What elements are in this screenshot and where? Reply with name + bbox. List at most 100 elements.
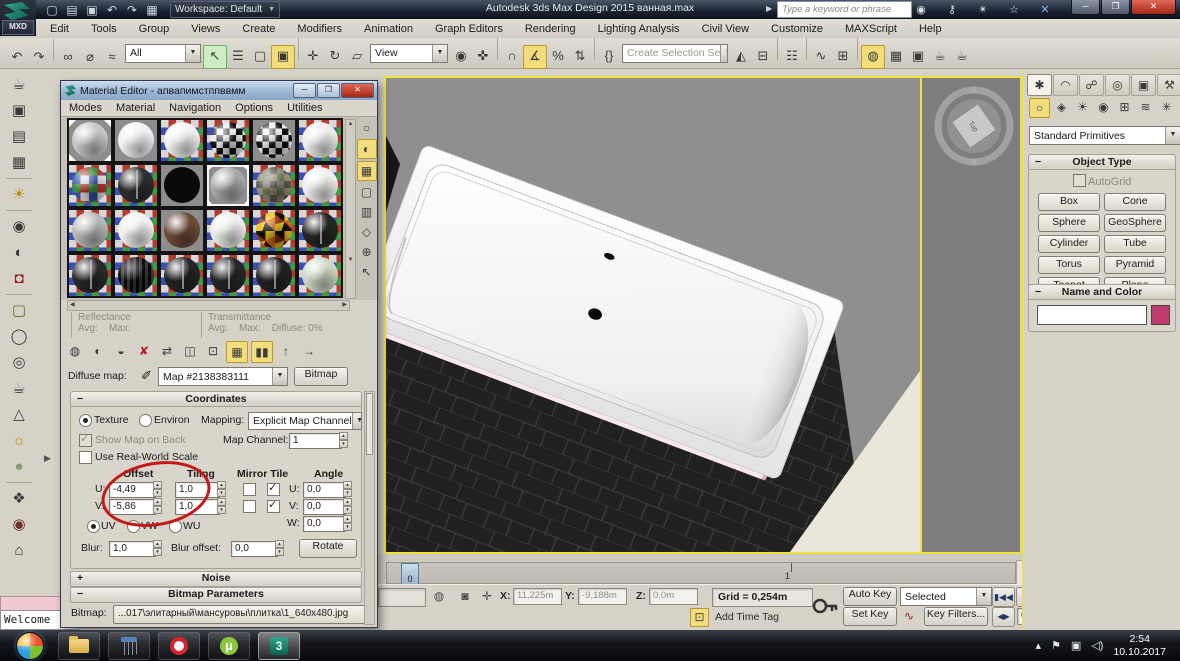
tab-hierarchy-icon[interactable]: ☍ <box>1079 74 1104 96</box>
put-material-to-scene-icon[interactable]: ◐ <box>88 341 108 361</box>
y-coordinate-field[interactable]: -9,188m <box>578 588 627 605</box>
time-slider-track[interactable]: 0 1 <box>386 562 1016 584</box>
menu-create[interactable]: Create <box>242 23 275 35</box>
menu-views[interactable]: Views <box>191 23 220 35</box>
default-in-out-tangents-icon[interactable]: ∿ <box>900 607 918 625</box>
angle-v-field[interactable]: 0,0 <box>303 499 346 515</box>
menu-modifiers[interactable]: Modifiers <box>297 23 342 35</box>
curve-editor-icon[interactable]: ∿ <box>810 45 832 67</box>
search-collapse-icon[interactable]: ▶ <box>766 4 772 13</box>
sphere-array-icon[interactable]: ❖ <box>6 486 32 511</box>
render-presets-icon[interactable]: ▤ <box>6 124 32 149</box>
rendered-frame-window-icon[interactable]: ▣ <box>907 45 929 67</box>
angle-u-field[interactable]: 0,0 <box>303 482 346 498</box>
tray-network-icon[interactable]: ▣ <box>1071 635 1081 657</box>
sample-type-sphere-icon[interactable]: ○ <box>358 119 376 137</box>
light-lister-icon[interactable]: ☀ <box>6 182 32 207</box>
render-setup-icon[interactable]: ▦ <box>885 45 907 67</box>
communication-center-icon[interactable]: ✴ <box>972 0 994 21</box>
material-sample-slot[interactable] <box>67 163 113 208</box>
make-preview-icon[interactable]: ◇ <box>358 223 376 241</box>
sphere-primitive-icon[interactable]: ● <box>6 454 32 479</box>
noise-rollout-header[interactable]: + Noise <box>70 571 362 587</box>
sign-in-icon[interactable]: ◉ <box>910 0 932 21</box>
prompt-light-icon[interactable]: ◍ <box>430 587 448 605</box>
menu-material[interactable]: Material <box>116 102 155 114</box>
new-file-icon[interactable]: ▢ <box>44 0 60 21</box>
cat-lights-icon[interactable]: ☀ <box>1073 98 1092 116</box>
selection-set-keying-dropdown[interactable]: Selected ▼ <box>900 587 992 606</box>
undo-icon[interactable]: ↶ <box>104 0 120 21</box>
set-key-button[interactable]: Set Key <box>843 607 897 626</box>
menu-lighting-analysis[interactable]: Lighting Analysis <box>598 23 680 35</box>
slots-horizontal-scrollbar[interactable]: ◀▶ <box>67 300 350 311</box>
map-channel-spinner[interactable]: ▲▼ <box>339 432 348 448</box>
autogrid-checkbox[interactable] <box>1073 174 1086 187</box>
taskbar-opera[interactable] <box>158 632 200 660</box>
cone-primitive-icon[interactable]: △ <box>6 402 32 427</box>
mirror-v-checkbox[interactable] <box>243 500 256 513</box>
go-to-parent-icon[interactable]: ↑ <box>276 341 296 361</box>
unlink-selection-icon[interactable]: ⌀ <box>79 46 101 68</box>
texture-radio[interactable] <box>79 414 92 427</box>
material-sample-slot[interactable] <box>113 253 159 298</box>
box-button[interactable]: Box <box>1038 193 1100 211</box>
isolate-selection-icon[interactable]: ⊡ <box>690 608 709 627</box>
wu-radio[interactable] <box>169 520 182 533</box>
search-input[interactable]: Type a keyword or phrase <box>777 1 912 18</box>
select-by-name-icon[interactable]: ☰ <box>227 45 249 67</box>
mirror-icon[interactable]: ◭ <box>730 45 752 67</box>
tube-button[interactable]: Tube <box>1104 235 1166 253</box>
show-map-on-back-checkbox[interactable] <box>79 434 92 447</box>
angle-w-field[interactable]: 0,0 <box>303 516 346 532</box>
maximize-button[interactable]: ❐ <box>1101 0 1130 15</box>
use-pivot-point-center-icon[interactable]: ◉ <box>450 45 472 67</box>
use-real-world-scale-checkbox[interactable] <box>79 451 92 464</box>
open-file-icon[interactable]: ▤ <box>64 0 80 21</box>
favorites-icon[interactable]: ☆ <box>1003 0 1025 21</box>
material-sample-slot[interactable] <box>205 208 251 253</box>
offset-u-spinner[interactable]: ▲▼ <box>153 481 162 497</box>
transform-gizmo-icon[interactable]: ✛ <box>478 587 496 605</box>
backlight-icon[interactable]: ◐ <box>357 139 377 159</box>
taskbar-explorer[interactable] <box>58 632 100 660</box>
spinner-snap-toggle-icon[interactable]: ⇅ <box>569 45 591 67</box>
material-sample-slot[interactable] <box>251 253 297 298</box>
undo-icon[interactable]: ↶ <box>6 46 28 68</box>
material-editor-icon[interactable]: ◍ <box>861 45 885 69</box>
menu-customize[interactable]: Customize <box>771 23 823 35</box>
menu-utilities[interactable]: Utilities <box>287 102 322 114</box>
material-editor-titlebar[interactable]: Material Editor - апвапимстппввмм ─ ❐ ✕ <box>61 81 377 101</box>
make-material-copy-icon[interactable]: ⇄ <box>157 341 177 361</box>
atom-spheres-icon[interactable]: ◉ <box>6 512 32 537</box>
viewcube[interactable]: Top <box>932 84 1016 168</box>
save-file-icon[interactable]: ▣ <box>84 0 100 21</box>
cat-shapes-icon[interactable]: ◈ <box>1052 98 1071 116</box>
material-sample-slot[interactable] <box>251 118 297 163</box>
tray-flag-icon[interactable]: ⚑ <box>1051 635 1061 657</box>
assign-material-to-selection-icon[interactable]: ◒ <box>111 341 131 361</box>
cat-geometry-icon[interactable]: ○ <box>1029 98 1050 118</box>
material-sample-slot[interactable] <box>67 118 113 163</box>
material-sample-slot[interactable] <box>113 163 159 208</box>
parameters-scrollbar[interactable] <box>364 391 375 625</box>
menu-navigation[interactable]: Navigation <box>169 102 221 114</box>
tiling-u-field[interactable]: 1,0 <box>175 482 220 498</box>
tab-display-icon[interactable]: ▣ <box>1131 74 1156 96</box>
key-filters-button[interactable]: Key Filters... <box>924 607 988 626</box>
cat-space-warps-icon[interactable]: ≋ <box>1136 98 1155 116</box>
snaps-toggle-3d-icon[interactable]: ∩ <box>501 45 523 67</box>
material-sample-slot[interactable] <box>297 208 343 253</box>
material-sample-slot[interactable] <box>159 163 205 208</box>
primitive-category-dropdown[interactable]: Standard Primitives ▼ <box>1029 126 1180 145</box>
object-name-input[interactable] <box>1037 305 1147 325</box>
align-icon[interactable]: ⊟ <box>752 45 774 67</box>
select-and-move-icon[interactable]: ✛ <box>302 45 324 67</box>
angle-w-spinner[interactable]: ▲▼ <box>343 515 352 531</box>
material-sample-slot[interactable] <box>251 208 297 253</box>
tab-motion-icon[interactable]: ◎ <box>1105 74 1130 96</box>
pyramid-button[interactable]: Pyramid <box>1104 256 1166 274</box>
dock-expander-icon[interactable]: ▶ <box>44 453 51 464</box>
eyedropper-icon[interactable]: ✐ <box>141 368 152 384</box>
blur-spinner[interactable]: ▲▼ <box>153 540 162 556</box>
